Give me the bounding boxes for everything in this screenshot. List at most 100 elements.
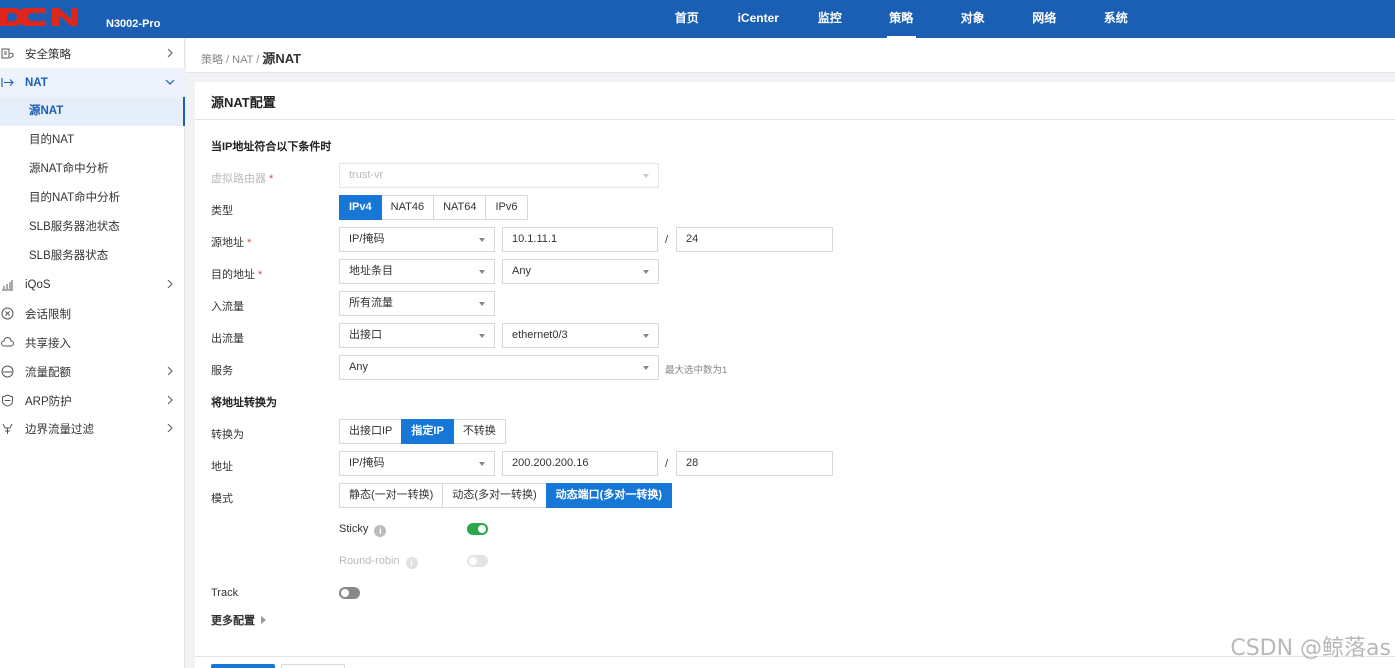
sidebar-item-label: iQoS — [25, 278, 51, 291]
mode-option-static[interactable]: 静态(一对一转换) — [339, 483, 444, 508]
sidebar-item-security-policy[interactable]: 安全策略 — [0, 39, 185, 68]
sidebar-subitem-slb-server-status[interactable]: SLB服务器状态 — [0, 242, 185, 271]
dropdown-caret-icon — [643, 366, 649, 370]
section-title-match: 当IP地址符合以下条件时 — [211, 141, 332, 153]
sidebar-subitem-destination-nat[interactable]: 目的NAT — [0, 126, 185, 155]
breadcrumb-path[interactable]: 策略 / NAT / — [201, 54, 259, 66]
destination-address-mode-select[interactable]: 地址条目 — [339, 259, 495, 284]
round-robin-toggle[interactable] — [467, 555, 488, 567]
chevron-right-icon — [167, 366, 173, 376]
source-address-mode-select[interactable]: IP/掩码 — [339, 227, 495, 252]
sidebar-item-label: 共享接入 — [25, 337, 71, 350]
shield-icon — [0, 394, 14, 408]
cancel-button[interactable] — [281, 664, 345, 668]
nav-icenter[interactable]: iCenter — [723, 0, 795, 38]
top-navigation-bar: N3002-Pro 首页 iCenter 监控 策略 对象 网络 系统 — [0, 0, 1395, 38]
nat-arrow-icon — [0, 76, 14, 90]
breadcrumb: 策略 / NAT / 源NAT — [201, 48, 301, 67]
divider — [195, 119, 1395, 120]
sidebar-subitem-source-nat[interactable]: 源NAT — [0, 97, 185, 126]
nav-policy[interactable]: 策略 — [866, 0, 938, 38]
gauge-icon — [0, 365, 14, 379]
translated-mask-input[interactable]: 28 — [676, 451, 833, 476]
destination-address-select[interactable]: Any — [502, 259, 659, 284]
sidebar-item-nat[interactable]: NAT — [0, 68, 185, 97]
chevron-right-icon — [167, 423, 173, 433]
sidebar: 安全策略 NAT 源NAT 目的NAT 源NAT命中分析 目的NAT命中分析 S… — [0, 38, 185, 668]
toggle-knob — [478, 525, 486, 533]
translate-option-no-translate[interactable]: 不转换 — [452, 419, 506, 444]
translate-option-egress-ip[interactable]: 出接口IP — [339, 419, 403, 444]
more-config-toggle[interactable]: 更多配置 — [211, 612, 266, 628]
service-hint: 最大选中数为1 — [665, 365, 728, 376]
type-label: 类型 — [211, 205, 233, 217]
ingress-label: 入流量 — [211, 301, 244, 313]
sidebar-subitem-destination-nat-hit-analysis[interactable]: 目的NAT命中分析 — [0, 184, 185, 213]
sidebar-item-label: 边界流量过滤 — [25, 423, 94, 436]
chevron-right-icon — [167, 395, 173, 405]
dropdown-caret-icon — [479, 302, 485, 306]
egress-interface-select[interactable]: ethernet0/3 — [502, 323, 659, 348]
dropdown-caret-icon — [479, 462, 485, 466]
toggle-knob — [469, 557, 477, 565]
egress-mode-select[interactable]: 出接口 — [339, 323, 495, 348]
track-label: Track — [211, 587, 239, 599]
sidebar-item-label: 安全策略 — [25, 48, 71, 61]
cloud-icon — [0, 336, 14, 350]
nav-network[interactable]: 网络 — [1009, 0, 1081, 38]
sticky-toggle[interactable] — [467, 523, 488, 535]
sidebar-item-traffic-quota[interactable]: 流量配额 — [0, 357, 185, 386]
nav-home[interactable]: 首页 — [651, 0, 723, 38]
type-option-ipv6[interactable]: IPv6 — [485, 195, 528, 220]
virtual-router-select[interactable]: trust-vr — [339, 163, 659, 188]
breadcrumb-bar: 策略 / NAT / 源NAT — [186, 38, 1395, 73]
mode-option-dynamic[interactable]: 动态(多对一转换) — [442, 483, 547, 508]
bar-chart-icon — [0, 278, 14, 292]
service-select[interactable]: Any — [339, 355, 659, 380]
section-title-translate: 将地址转换为 — [211, 397, 277, 409]
top-nav: 首页 iCenter 监控 策略 对象 网络 系统 — [651, 0, 1152, 38]
type-option-nat46[interactable]: NAT46 — [380, 195, 435, 220]
dropdown-caret-icon — [643, 174, 649, 178]
dropdown-caret-icon — [479, 238, 485, 242]
sidebar-subitem-slb-pool-status[interactable]: SLB服务器池状态 — [0, 213, 185, 242]
translated-ip-input[interactable]: 200.200.200.16 — [502, 451, 658, 476]
mode-option-dynamic-port[interactable]: 动态端口(多对一转换) — [545, 483, 672, 508]
source-nat-config-panel: 源NAT配置 当IP地址符合以下条件时 虚拟路由器 * trust-vr 类型 I… — [195, 82, 1395, 668]
confirm-button[interactable] — [211, 664, 275, 668]
dropdown-caret-icon — [643, 334, 649, 338]
info-icon[interactable]: i — [374, 525, 387, 537]
ingress-traffic-select[interactable]: 所有流量 — [339, 291, 495, 316]
shield-list-icon — [0, 47, 14, 61]
address-mode-select[interactable]: IP/掩码 — [339, 451, 495, 476]
info-icon[interactable]: i — [405, 557, 418, 569]
sidebar-item-border-traffic-filter[interactable]: 边界流量过滤 — [0, 414, 185, 443]
mask-separator: / — [665, 458, 669, 470]
translation-mode-selector: 静态(一对一转换) 动态(多对一转换) 动态端口(多对一转换) — [339, 483, 672, 508]
sidebar-subitem-source-nat-hit-analysis[interactable]: 源NAT命中分析 — [0, 155, 185, 184]
filter-icon — [0, 422, 14, 436]
translate-option-specified-ip[interactable]: 指定IP — [401, 419, 454, 444]
sidebar-item-arp-protection[interactable]: ARP防护 — [0, 386, 185, 415]
source-address-label: 源地址 * — [211, 237, 252, 249]
nav-objects[interactable]: 对象 — [937, 0, 1009, 38]
sidebar-item-session-limit[interactable]: 会话限制 — [0, 299, 185, 328]
nav-monitor[interactable]: 监控 — [794, 0, 866, 38]
type-option-nat64[interactable]: NAT64 — [433, 195, 487, 220]
address-label: 地址 — [211, 461, 233, 473]
circle-x-icon — [0, 307, 14, 321]
type-option-ipv4[interactable]: IPv4 — [339, 195, 382, 220]
chevron-down-icon — [165, 79, 175, 85]
source-mask-input[interactable]: 24 — [676, 227, 833, 252]
track-toggle[interactable] — [339, 587, 360, 599]
sidebar-item-label: NAT — [25, 76, 48, 89]
source-ip-input[interactable]: 10.1.11.1 — [502, 227, 658, 252]
nav-system[interactable]: 系统 — [1080, 0, 1152, 38]
chevron-right-icon — [167, 279, 173, 289]
translate-to-selector: 出接口IP 指定IP 不转换 — [339, 419, 506, 444]
dropdown-caret-icon — [479, 270, 485, 274]
dropdown-caret-icon — [643, 270, 649, 274]
sidebar-item-shared-access[interactable]: 共享接入 — [0, 328, 185, 357]
breadcrumb-current: 源NAT — [262, 51, 302, 66]
sidebar-item-iqos[interactable]: iQoS — [0, 270, 185, 299]
